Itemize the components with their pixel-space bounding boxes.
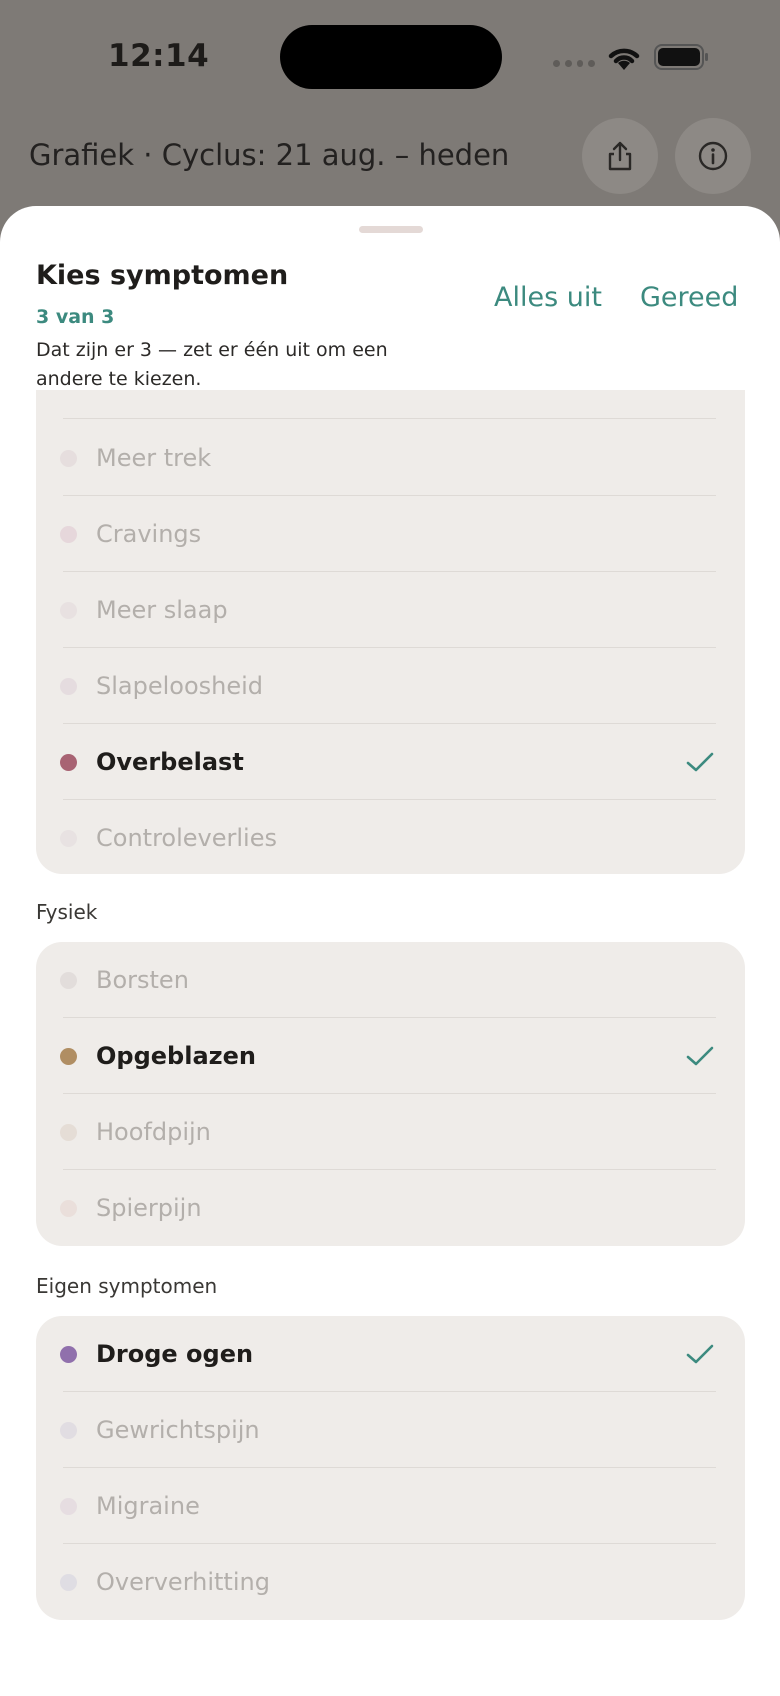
symptom-color-dot	[60, 525, 77, 543]
symptom-row[interactable]: Meer slaap	[36, 572, 745, 648]
symptom-label: Borsten	[96, 966, 189, 994]
symptom-color-dot	[60, 1123, 77, 1141]
status-bar: 12:14	[0, 0, 780, 110]
share-icon	[608, 141, 632, 171]
symptom-label: Hoofdpijn	[96, 1118, 211, 1146]
battery-icon	[654, 44, 708, 70]
done-button[interactable]: Gereed	[640, 282, 738, 313]
checkmark-icon	[686, 1344, 714, 1364]
symptom-row[interactable]: Gewrichtspijn	[36, 1392, 745, 1468]
selection-count: 3 van 3	[36, 306, 115, 328]
dynamic-island	[280, 25, 502, 89]
checkmark-icon	[686, 752, 714, 772]
symptom-label: Slapeloosheid	[96, 672, 264, 700]
symptom-row[interactable]: Droge ogen	[36, 1316, 745, 1392]
symptom-label: Meer trek	[96, 444, 212, 472]
symptom-color-dot	[60, 1047, 77, 1065]
symptom-color-dot	[60, 1199, 77, 1217]
deselect-all-button[interactable]: Alles uit	[494, 282, 602, 313]
symptom-color-dot	[60, 971, 77, 989]
symptom-label: Droge ogen	[96, 1340, 254, 1368]
symptom-label: Opgeblazen	[96, 1042, 256, 1070]
symptom-color-dot	[60, 1421, 77, 1439]
info-button[interactable]	[675, 118, 751, 194]
symptom-row[interactable]: Controleverlies	[36, 800, 745, 874]
symptom-label: Spierpijn	[96, 1194, 202, 1222]
section-title-fysiek: Fysiek	[36, 900, 98, 924]
info-icon	[698, 141, 728, 171]
symptom-label: Controleverlies	[96, 824, 277, 852]
symptom-row[interactable]: Meer trek	[36, 420, 745, 496]
symptom-row[interactable]: Borsten	[36, 942, 745, 1018]
symptom-row[interactable]: Spierpijn	[36, 1170, 745, 1246]
symptom-picker-sheet: Kies symptomen 3 van 3 Dat zijn er 3 — z…	[0, 206, 780, 1696]
symptom-color-dot	[60, 1497, 77, 1515]
checkmark-icon	[686, 1046, 714, 1066]
symptom-color-dot	[60, 677, 77, 695]
symptom-row[interactable]: Oververhitting	[36, 1544, 745, 1620]
cellular-signal-icon	[553, 60, 595, 68]
symptom-group-fysiek: Borsten Opgeblazen Hoofdpijn Spierpijn	[36, 942, 745, 1246]
section-title-eigen: Eigen symptomen	[36, 1274, 218, 1298]
symptom-row[interactable]: Migraine	[36, 1468, 745, 1544]
symptom-label: Overbelast	[96, 748, 244, 776]
symptom-label: Migraine	[96, 1492, 200, 1520]
symptom-row[interactable]: Hoofdpijn	[36, 1094, 745, 1170]
symptom-label: Gewrichtspijn	[96, 1416, 260, 1444]
sheet-grabber[interactable]	[359, 226, 423, 233]
symptom-color-dot	[60, 1345, 77, 1363]
symptom-row[interactable]: Cravings	[36, 496, 745, 572]
symptom-label: Meer slaap	[96, 596, 228, 624]
symptom-label: Cravings	[96, 520, 202, 548]
symptom-color-dot	[60, 753, 77, 771]
wifi-icon	[608, 48, 640, 70]
symptom-row[interactable]: Slapeloosheid	[36, 648, 745, 724]
selection-hint: Dat zijn er 3 — zet er één uit om een an…	[36, 339, 388, 390]
symptom-row[interactable]: Overbelast	[36, 724, 745, 800]
symptom-group-mood: Meer trek Cravings Meer slaap Slapeloosheid…	[36, 390, 745, 874]
share-button[interactable]	[582, 118, 658, 194]
status-time: 12:14	[108, 38, 210, 74]
symptom-label: Oververhitting	[96, 1568, 270, 1596]
symptom-color-dot	[60, 601, 77, 619]
symptom-group-eigen: Droge ogen Gewrichtspijn Migraine Oververhi…	[36, 1316, 745, 1620]
sheet-title: Kies symptomen	[36, 260, 289, 291]
symptom-color-dot	[60, 829, 77, 847]
symptom-color-dot	[60, 449, 77, 467]
symptom-color-dot	[60, 1573, 77, 1591]
divider	[63, 418, 716, 419]
symptom-row[interactable]: Opgeblazen	[36, 1018, 745, 1094]
chart-title: Grafiek · Cyclus: 21 aug. – heden	[29, 138, 510, 172]
